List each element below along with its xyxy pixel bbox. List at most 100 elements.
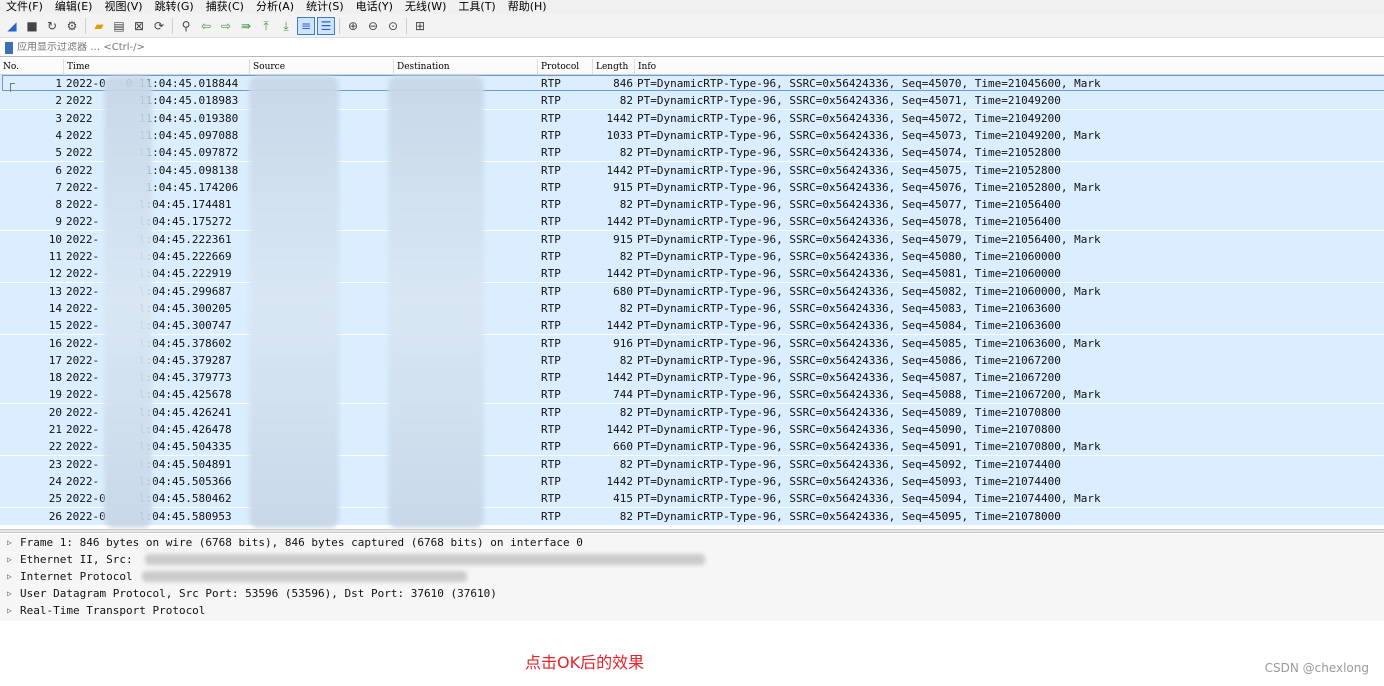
redaction-ethernet-blur [145, 554, 705, 565]
packet-time: 2022 11:04:45.019380 [66, 111, 239, 125]
display-filter-input[interactable] [17, 42, 617, 53]
packet-protocol: RTP [541, 77, 561, 90]
packet-protocol: RTP [541, 232, 561, 246]
packet-info: PT=DynamicRTP-Type-96, SSRC=0x56424336, … [637, 94, 1061, 108]
packet-row[interactable]: 2 2022 11:04:45.018983 RTP 82 PT=DynamicRTP-… [0, 92, 1384, 110]
packet-row[interactable]: 15 2022- l:04:45.300747 RTP 1442 PT=DynamicR… [0, 317, 1384, 335]
menu-item-9[interactable]: 工具(T) [452, 0, 501, 14]
packet-number: 2 [55, 94, 62, 108]
packet-protocol: RTP [541, 250, 561, 263]
save-icon[interactable]: ▤ [111, 18, 127, 34]
menu-item-2[interactable]: 视图(V) [98, 0, 148, 14]
packet-protocol: RTP [541, 146, 561, 160]
packet-row[interactable]: 6 2022 1:04:45.098138 RTP 1442 PT=DynamicRTP… [0, 161, 1384, 179]
packet-row[interactable]: 10 2022- l:04:45.222361 RTP 915 PT=DynamicRT… [0, 230, 1384, 248]
shark-fin-start-icon[interactable]: ◢ [4, 18, 20, 34]
packet-number: 17 [48, 353, 62, 367]
packet-row[interactable]: 25 2022-0 l:04:45.580462 RTP 415 PT=DynamicR… [0, 490, 1384, 508]
packet-row[interactable]: 23 2022- l:04:45.504891 RTP 82 PT=DynamicRTP… [0, 455, 1384, 473]
packet-row[interactable]: 20 2022- l:04:45.426241 RTP 82 PT=DynamicRTP… [0, 403, 1384, 421]
go-forward-icon[interactable]: ⇨ [218, 18, 234, 34]
pane-splitter[interactable] [0, 529, 1384, 533]
detail-ethernet[interactable]: ▷ Ethernet II, Src: [0, 551, 1384, 568]
packet-row[interactable]: 12 2022- l:04:45.222919 RTP 1442 PT=DynamicR… [0, 265, 1384, 283]
restart-icon[interactable]: ↻ [44, 18, 60, 34]
packet-length: 916 [613, 336, 633, 350]
expand-arrow-icon[interactable]: ▷ [7, 568, 17, 585]
menu-item-6[interactable]: 统计(S) [300, 0, 350, 14]
zoom-normal-icon[interactable]: ⊙ [385, 18, 401, 34]
column-header-info[interactable]: Info [635, 59, 1384, 74]
menu-item-1[interactable]: 编辑(E) [49, 0, 99, 14]
detail-frame[interactable]: ▷ Frame 1: 846 bytes on wire (6768 bits)… [0, 534, 1384, 551]
packet-number: 8 [55, 198, 62, 212]
packet-row[interactable]: 4 2022 11:04:45.097088 RTP 1033 PT=DynamicRT… [0, 126, 1384, 144]
expand-arrow-icon[interactable]: ▷ [7, 551, 17, 568]
packet-time: 2022- l:04:45.175272 [66, 215, 232, 229]
column-header-length[interactable]: Length [593, 59, 635, 74]
packet-row[interactable]: 16 2022- l:04:45.378602 RTP 916 PT=DynamicRT… [0, 334, 1384, 352]
packet-row[interactable]: 3 2022 11:04:45.019380 RTP 1442 PT=DynamicRT… [0, 109, 1384, 127]
column-header-protocol[interactable]: Protocol [538, 59, 593, 74]
reload-icon[interactable]: ⟳ [151, 18, 167, 34]
expand-arrow-icon[interactable]: ▷ [7, 534, 17, 551]
packet-row[interactable]: 14 2022- l:04:45.300205 RTP 82 PT=DynamicRTP… [0, 299, 1384, 317]
column-header-source[interactable]: Source [250, 59, 394, 74]
go-back-icon[interactable]: ⇦ [198, 18, 214, 34]
colorize-icon[interactable]: ☰ [317, 16, 335, 35]
packet-time: 2022- l:04:45.222669 [66, 250, 232, 263]
resize-columns-icon[interactable]: ⊞ [412, 18, 428, 34]
packet-row[interactable]: 18 2022- l:04:45.379773 RTP 1442 PT=DynamicR… [0, 369, 1384, 387]
packet-length: 846 [613, 77, 633, 90]
autoscroll-icon[interactable]: ≡ [297, 16, 315, 35]
packet-row[interactable]: 21 2022- l:04:45.426478 RTP 1442 PT=DynamicR… [0, 421, 1384, 438]
packet-list[interactable]: No. Time Source Destination Protocol Len… [0, 58, 1384, 528]
filter-bookmark-icon[interactable] [5, 41, 13, 54]
packet-protocol: RTP [541, 405, 561, 419]
find-icon[interactable]: ⚲ [178, 18, 194, 34]
packet-row[interactable]: 19 2022- l:04:45.425678 RTP 744 PT=DynamicRT… [0, 386, 1384, 404]
packet-row[interactable]: 26 2022-0 l:04:45.580953 RTP 82 PT=DynamicRT… [0, 507, 1384, 525]
column-header-time[interactable]: Time [64, 59, 250, 74]
menu-item-5[interactable]: 分析(A) [250, 0, 300, 14]
first-packet-icon[interactable]: ⤒ [258, 18, 274, 34]
column-header-no[interactable]: No. [0, 59, 64, 74]
packet-row[interactable]: 7 2022- 1:04:45.174206 RTP 915 PT=DynamicRTP… [0, 178, 1384, 196]
packet-row[interactable]: 22 2022- l:04:45.504335 RTP 660 PT=DynamicRT… [0, 438, 1384, 456]
packet-number: 23 [48, 457, 62, 471]
packet-row[interactable]: 8 2022- l:04:45.174481 RTP 82 PT=DynamicRTP-… [0, 196, 1384, 214]
packet-row[interactable]: 5 2022 l1:04:45.097872 RTP 82 PT=DynamicRTP-… [0, 144, 1384, 162]
stop-icon[interactable]: ■ [24, 18, 40, 34]
column-header-destination[interactable]: Destination [394, 59, 538, 74]
menu-item-0[interactable]: 文件(F) [0, 0, 49, 14]
packet-info: PT=DynamicRTP-Type-96, SSRC=0x56424336, … [637, 336, 1101, 350]
packet-row[interactable]: 11 2022- l:04:45.222669 RTP 82 PT=DynamicRTP… [0, 248, 1384, 265]
packet-row[interactable]: 17 2022- l:04:45.379287 RTP 82 PT=DynamicRTP… [0, 351, 1384, 369]
zoom-out-icon[interactable]: ⊖ [365, 18, 381, 34]
capture-options-icon[interactable]: ⚙ [64, 18, 80, 34]
display-filter-bar [0, 39, 1384, 57]
menu-item-10[interactable]: 帮助(H) [502, 0, 553, 14]
close-file-icon[interactable]: ⊠ [131, 18, 147, 34]
packet-row[interactable]: 1 2022-0 0 11:04:45.018844 RTP 846 PT=Dynami… [0, 75, 1384, 92]
packet-row[interactable]: 24 2022- l:04:45.505366 RTP 1442 PT=DynamicR… [0, 472, 1384, 490]
menu-item-8[interactable]: 无线(W) [399, 0, 452, 14]
menu-item-3[interactable]: 跳转(G) [149, 0, 200, 14]
packet-details-pane: ▷ Frame 1: 846 bytes on wire (6768 bits)… [0, 534, 1384, 621]
packet-number: 4 [55, 128, 62, 142]
detail-rtp[interactable]: ▷ Real-Time Transport Protocol [0, 602, 1384, 619]
go-to-packet-icon[interactable]: ⇛ [238, 18, 254, 34]
menu-item-7[interactable]: 电话(Y) [350, 0, 399, 14]
last-packet-icon[interactable]: ⤓ [278, 18, 294, 34]
packet-number: 12 [48, 267, 62, 281]
detail-udp[interactable]: ▷ User Datagram Protocol, Src Port: 5359… [0, 585, 1384, 602]
packet-row[interactable]: 9 2022- l:04:45.175272 RTP 1442 PT=DynamicRT… [0, 213, 1384, 231]
packet-row[interactable]: 13 2022- l:04:45.299687 RTP 680 PT=DynamicRT… [0, 282, 1384, 300]
zoom-in-icon[interactable]: ⊕ [345, 18, 361, 34]
packet-protocol: RTP [541, 440, 561, 454]
expand-arrow-icon[interactable]: ▷ [7, 602, 17, 619]
menu-item-4[interactable]: 捕获(C) [200, 0, 250, 14]
open-folder-icon[interactable]: ▰ [91, 18, 107, 34]
expand-arrow-icon[interactable]: ▷ [7, 585, 17, 602]
detail-ip[interactable]: ▷ Internet Protocol [0, 568, 1384, 585]
